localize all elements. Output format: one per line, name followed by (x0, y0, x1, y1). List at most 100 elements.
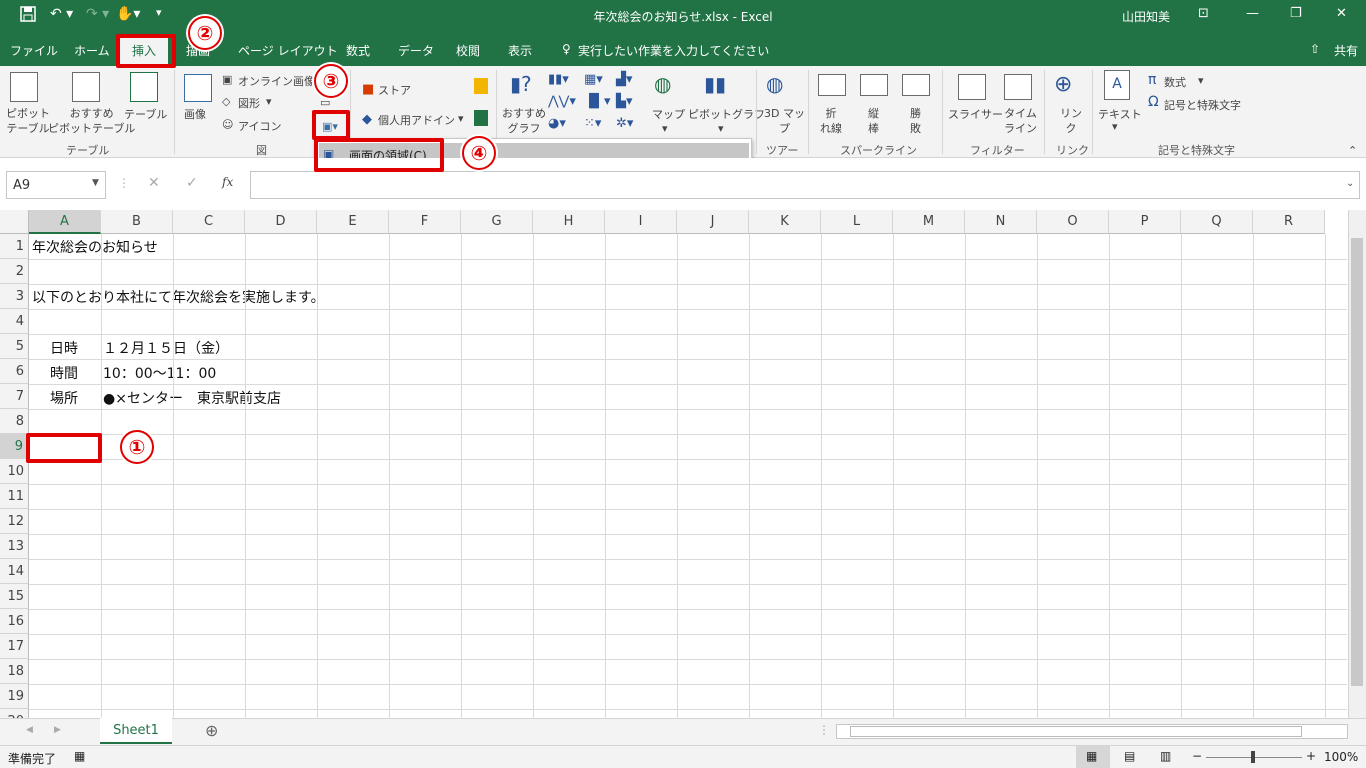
column-header-j[interactable]: J (677, 210, 749, 234)
pivot-table-button[interactable]: ピボット テーブル (6, 106, 50, 136)
next-sheet-icon[interactable]: ▶ (54, 725, 61, 735)
sheet-tab-sheet1[interactable]: Sheet1 (100, 718, 172, 744)
enter-icon[interactable]: ✓ (186, 175, 198, 191)
tab-formulas[interactable]: 数式 (346, 42, 370, 59)
normal-view-icon[interactable]: ▦ (1086, 749, 1097, 763)
waterfall-chart-icon[interactable]: ▟▾ (616, 72, 633, 87)
tab-split-icon[interactable]: ⋮ (818, 723, 830, 737)
pivot-chart-button[interactable]: ピボットグラフ (688, 106, 765, 122)
column-header-e[interactable]: E (317, 210, 389, 234)
zoom-level[interactable]: 100% (1324, 750, 1358, 764)
row-header-18[interactable]: 18 (0, 659, 29, 684)
map-dropdown-icon[interactable]: ▾ (662, 122, 668, 135)
prev-sheet-icon[interactable]: ◀ (26, 725, 33, 735)
map3d-button[interactable]: 3D マッ プ (764, 106, 805, 136)
ribbon-display-icon[interactable]: ⊡ (1198, 6, 1209, 21)
column-header-r[interactable]: R (1253, 210, 1325, 234)
tab-home[interactable]: ホーム (74, 42, 110, 59)
sparkline-line-button[interactable]: 折 れ線 (820, 106, 842, 136)
personal-addins-button[interactable]: 個人用アドイン (378, 112, 455, 128)
image-button[interactable]: 画像 (184, 106, 206, 122)
icons-button[interactable]: アイコン (238, 118, 281, 134)
column-header-h[interactable]: H (533, 210, 605, 234)
column-header-b[interactable]: B (101, 210, 173, 234)
close-icon[interactable]: ✕ (1336, 6, 1347, 21)
row-header-13[interactable]: 13 (0, 534, 29, 559)
text-dropdown-icon[interactable]: ▾ (1112, 120, 1118, 133)
tab-file[interactable]: ファイル (10, 42, 58, 59)
line-chart-icon[interactable]: ⋀⋁▾ (548, 94, 576, 109)
share-button[interactable]: 共有 (1334, 42, 1358, 59)
sparkline-winloss-button[interactable]: 勝 敗 (910, 106, 921, 136)
people-graph-icon[interactable] (474, 110, 488, 126)
formula-input[interactable] (250, 171, 1360, 199)
row-header-6[interactable]: 6 (0, 359, 29, 384)
column-header-k[interactable]: K (749, 210, 821, 234)
row-header-16[interactable]: 16 (0, 609, 29, 634)
link-button[interactable]: リン ク (1060, 106, 1082, 136)
equation-dropdown-icon[interactable]: ▾ (1198, 74, 1204, 87)
column-header-d[interactable]: D (245, 210, 317, 234)
row-header-11[interactable]: 11 (0, 484, 29, 509)
column-header-m[interactable]: M (893, 210, 965, 234)
shapes-dropdown-icon[interactable]: ▾ (266, 95, 272, 108)
horizontal-scroll-thumb[interactable] (850, 726, 1302, 737)
column-header-n[interactable]: N (965, 210, 1037, 234)
row-header-3[interactable]: 3 (0, 284, 29, 309)
text-button[interactable]: テキスト (1098, 106, 1142, 122)
tab-page-layout[interactable]: ページ レイアウト (238, 42, 338, 59)
spreadsheet-grid[interactable]: 年次総会のお知らせ 以下のとおり本社にて年次総会を実施します。 日時 １２月１５… (0, 210, 1366, 735)
vertical-scroll-thumb[interactable] (1351, 238, 1363, 686)
table-button[interactable]: テーブル (124, 106, 167, 122)
row-header-5[interactable]: 5 (0, 334, 29, 359)
cancel-icon[interactable]: ✕ (148, 175, 160, 191)
user-name[interactable]: 山田知美 (1122, 8, 1170, 25)
name-box-dropdown-icon[interactable]: ▼ (92, 178, 99, 188)
zoom-out-icon[interactable]: − (1192, 749, 1202, 763)
share-icon[interactable]: ⇧ (1310, 42, 1320, 56)
row-header-2[interactable]: 2 (0, 259, 29, 284)
scatter-chart-icon[interactable]: ⁙▾ (584, 116, 601, 131)
page-layout-view-icon[interactable]: ▤ (1124, 749, 1135, 763)
page-break-view-icon[interactable]: ▥ (1160, 749, 1171, 763)
row-header-8[interactable]: 8 (0, 409, 29, 434)
name-box[interactable]: A9 (6, 171, 106, 199)
macro-record-icon[interactable]: ▦ (74, 749, 85, 763)
collapse-ribbon-icon[interactable]: ⌃ (1348, 144, 1357, 157)
tell-me-input[interactable]: 実行したい作業を入力してください (578, 42, 769, 59)
store-button[interactable]: ストア (378, 82, 411, 98)
add-sheet-icon[interactable]: ⊕ (205, 721, 218, 740)
column-header-c[interactable]: C (173, 210, 245, 234)
select-all-corner[interactable] (0, 210, 29, 234)
column-header-g[interactable]: G (461, 210, 533, 234)
column-chart-icon[interactable]: ▮▮▾ (548, 72, 569, 87)
tab-view[interactable]: 表示 (508, 42, 532, 59)
column-header-l[interactable]: L (821, 210, 893, 234)
radar-chart-icon[interactable]: ✲▾ (616, 116, 633, 131)
pivot-chart-dropdown-icon[interactable]: ▾ (718, 122, 724, 135)
tab-data[interactable]: データ (398, 42, 434, 59)
row-header-10[interactable]: 10 (0, 459, 29, 484)
insert-function-icon[interactable]: fx (222, 175, 233, 189)
symbol-button[interactable]: 記号と特殊文字 (1164, 97, 1241, 113)
hierarchy-chart-icon[interactable]: ▦▾ (584, 72, 603, 87)
maximize-icon[interactable]: ❐ (1290, 6, 1302, 21)
combo-chart-icon[interactable]: ▙▾ (616, 94, 633, 109)
column-header-a[interactable]: A (29, 210, 101, 234)
bing-maps-icon[interactable] (474, 78, 488, 94)
row-header-15[interactable]: 15 (0, 584, 29, 609)
row-header-19[interactable]: 19 (0, 684, 29, 709)
minimize-icon[interactable]: — (1246, 6, 1259, 21)
row-header-17[interactable]: 17 (0, 634, 29, 659)
row-header-12[interactable]: 12 (0, 509, 29, 534)
recommended-charts-button[interactable]: おすすめ グラフ (502, 106, 546, 136)
recommended-pivot-button[interactable]: おすすめ ピボットテーブル (48, 106, 135, 136)
map-chart-button[interactable]: マップ (652, 106, 685, 122)
tab-review[interactable]: 校閲 (456, 42, 480, 59)
column-header-f[interactable]: F (389, 210, 461, 234)
shapes-button[interactable]: 図形 (238, 95, 260, 111)
zoom-in-icon[interactable]: + (1306, 749, 1316, 763)
row-header-7[interactable]: 7 (0, 384, 29, 409)
row-header-9[interactable]: 9 (0, 434, 29, 459)
sparkline-column-button[interactable]: 縦 棒 (868, 106, 879, 136)
